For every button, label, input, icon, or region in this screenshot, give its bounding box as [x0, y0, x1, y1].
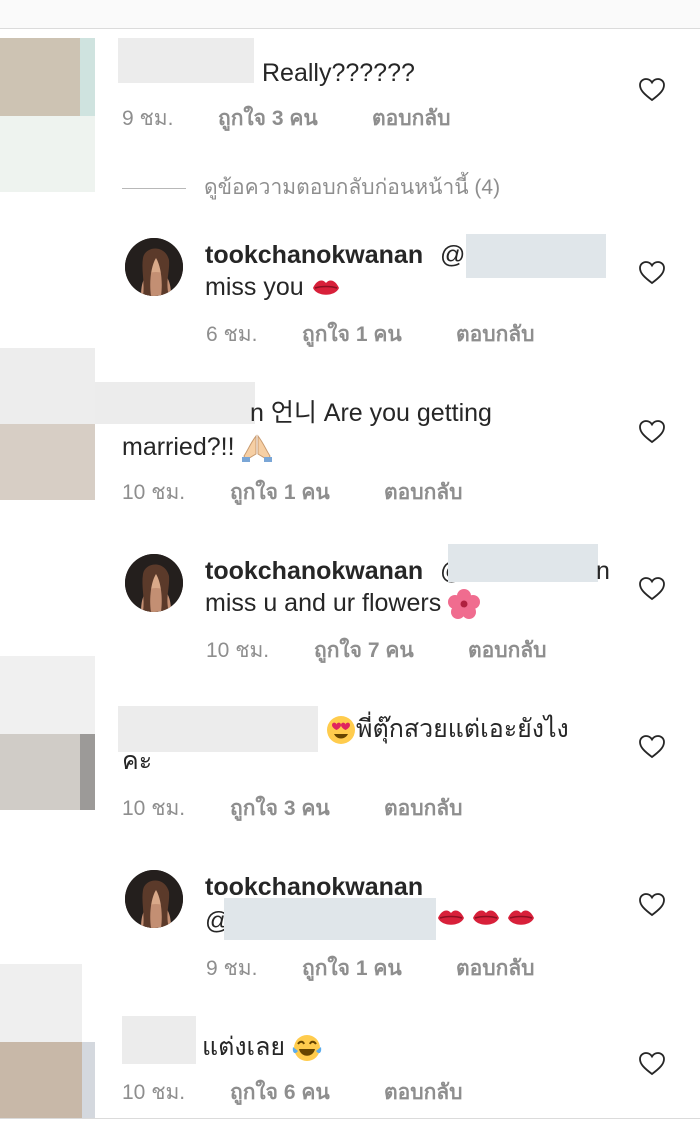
avatar-photo: [125, 870, 183, 928]
heart-icon[interactable]: [639, 78, 665, 102]
comment-time: 10 ชม.: [122, 797, 186, 820]
comment-time: 9 ชม.: [206, 957, 258, 980]
comment-time: 10 ชม.: [122, 481, 186, 504]
kiss-marks: [436, 904, 538, 934]
reply-button[interactable]: ตอบกลับ: [456, 318, 535, 351]
redacted-username: [95, 382, 255, 424]
comment-time: 6 ชม.: [206, 323, 258, 346]
comment-text: แต่งเลย: [202, 1030, 322, 1064]
mention-link[interactable]: @: [440, 238, 465, 272]
redacted-avatar-part: [0, 1042, 82, 1118]
redacted-avatar-part: [0, 424, 95, 500]
view-previous-label: ดูข้อความตอบกลับก่อนหน้านี้ (4): [204, 176, 501, 199]
comment-time: 10 ชม.: [206, 639, 270, 662]
comment-text-cont: married?!!: [122, 433, 235, 461]
kiss-mark-emoji: [438, 910, 534, 925]
redacted-avatar-part: [0, 734, 80, 810]
likes-count-link[interactable]: ถูกใจ 3 คน: [218, 102, 318, 135]
heart-icon[interactable]: [639, 893, 665, 917]
folded-hands-emoji: [241, 434, 272, 463]
likes-count-link[interactable]: ถูกใจ 6 คน: [230, 1076, 330, 1109]
redacted-avatar-part: [80, 38, 95, 116]
comment-text-body: แต่งเลย: [202, 1033, 286, 1061]
heart-icon[interactable]: [639, 735, 665, 759]
redacted-avatar-part: [82, 1042, 95, 1118]
reply-button[interactable]: ตอบกลับ: [384, 1076, 463, 1109]
avatar[interactable]: [125, 870, 183, 928]
redacted-username: [118, 38, 254, 83]
username-link[interactable]: tookchanokwanan: [205, 238, 423, 272]
redacted-username: [122, 1016, 196, 1064]
redacted-avatar: [0, 964, 82, 1042]
redacted-avatar: [0, 348, 95, 424]
redacted-avatar: [0, 38, 80, 116]
comment-text-line-2: คะ: [122, 747, 153, 775]
likes-count-link[interactable]: ถูกใจ 1 คน: [302, 318, 402, 351]
comment-time: 10 ชม.: [122, 1081, 186, 1104]
comment-meta: 10 ชม. ถูกใจ 1 คน ตอบกลับ: [122, 476, 542, 504]
avatar[interactable]: [125, 238, 183, 296]
redacted-mention: [224, 898, 436, 940]
mention-tail: n: [596, 557, 610, 585]
avatar[interactable]: [125, 554, 183, 612]
comment-meta: 10 ชม. ถูกใจ 7 คน ตอบกลับ: [206, 634, 626, 662]
comment-text: พี่ตุ๊กสวยแต่เอะยังไง: [326, 712, 569, 746]
reply-text: miss u and ur flowers: [205, 589, 442, 617]
heart-icon[interactable]: [639, 577, 665, 601]
comment-time: 9 ชม.: [122, 107, 174, 130]
heart-eyes-emoji: [327, 716, 355, 745]
redacted-mention: [448, 544, 598, 582]
heart-icon[interactable]: [639, 1052, 665, 1076]
comment-meta: 9 ชม. ถูกใจ 3 คน ตอบกลับ: [122, 102, 542, 130]
reply-button[interactable]: ตอบกลับ: [384, 476, 463, 509]
likes-count-link[interactable]: ถูกใจ 1 คน: [302, 952, 402, 985]
likes-count-link[interactable]: ถูกใจ 7 คน: [314, 634, 414, 667]
bottom-divider: [0, 1118, 700, 1119]
likes-count-link[interactable]: ถูกใจ 3 คน: [230, 792, 330, 825]
likes-count-link[interactable]: ถูกใจ 1 คน: [230, 476, 330, 509]
reply-button[interactable]: ตอบกลับ: [456, 952, 535, 985]
reply-button[interactable]: ตอบกลับ: [372, 102, 451, 135]
heart-icon[interactable]: [639, 420, 665, 444]
comment-text-body: พี่ตุ๊กสวยแต่เอะยังไง: [356, 715, 569, 743]
comment-text: miss u and ur flowers: [205, 586, 481, 620]
comment-text: n 언니 Are you getting: [250, 399, 492, 427]
redacted-avatar-part: [80, 734, 95, 810]
comment-text: miss you: [205, 270, 341, 304]
redacted-mention: [466, 234, 606, 278]
redacted-avatar: [0, 656, 95, 734]
comment-text: Really??????: [262, 59, 415, 87]
kiss-mark-emoji: [312, 280, 339, 296]
divider-line: [122, 187, 186, 189]
comment-meta: 6 ชม. ถูกใจ 1 คน ตอบกลับ: [206, 318, 626, 346]
avatar-photo: [125, 238, 183, 296]
reply-button[interactable]: ตอบกลับ: [384, 792, 463, 825]
heart-icon[interactable]: [639, 261, 665, 285]
reply-button[interactable]: ตอบกลับ: [468, 634, 547, 667]
avatar-photo: [125, 554, 183, 612]
comment-meta: 10 ชม. ถูกใจ 3 คน ตอบกลับ: [122, 792, 542, 820]
username-link[interactable]: tookchanokwanan: [205, 554, 423, 588]
comment-text-line-2: married?!!: [122, 430, 272, 464]
comment-meta: 10 ชม. ถูกใจ 6 คน ตอบกลับ: [122, 1076, 542, 1104]
view-previous-replies-link[interactable]: ดูข้อความตอบกลับก่อนหน้านี้ (4): [122, 171, 500, 204]
reply-text: miss you: [205, 273, 304, 301]
hibiscus-emoji: [448, 589, 481, 620]
tears-of-joy-emoji: [292, 1035, 322, 1062]
top-bar: [0, 0, 700, 29]
comment-meta: 9 ชม. ถูกใจ 1 คน ตอบกลับ: [206, 952, 626, 980]
redacted-avatar-part: [0, 116, 95, 192]
